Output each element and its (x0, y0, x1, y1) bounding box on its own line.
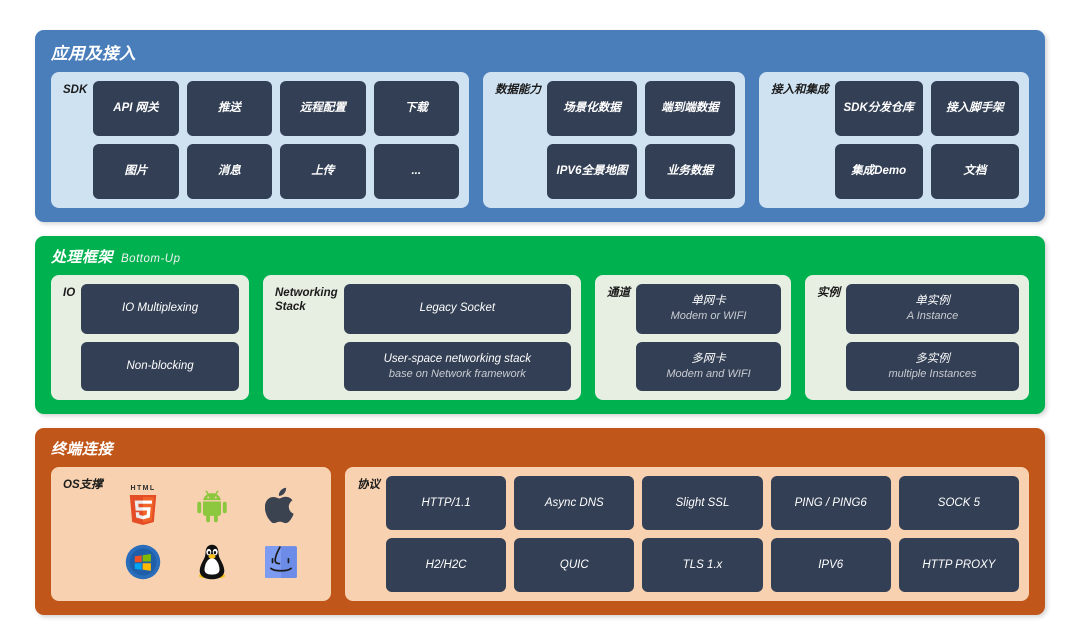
chip-async-dns[interactable]: Async DNS (514, 476, 635, 530)
chip-io-multiplexing[interactable]: IO Multiplexing (81, 284, 239, 334)
chip-api-gateway[interactable]: API 网关 (93, 81, 179, 136)
panel-label-networking-stack: Networking Stack (275, 287, 338, 314)
chip-business-data[interactable]: 业务数据 (645, 144, 735, 199)
chip-ipv6[interactable]: IPV6 (770, 538, 891, 592)
panel-label-data-capability: 数据能力 (495, 84, 541, 96)
chip-quic[interactable]: QUIC (514, 538, 635, 592)
windows-icon (125, 544, 161, 580)
chip-single-instance[interactable]: 单实例 A Instance (846, 284, 1019, 334)
panel-data-capability: 数据能力 场景化数据 端到端数据 IPV6全景地图 业务数据 (483, 72, 745, 208)
windows-logo-glyph (125, 544, 161, 580)
chip-subtext: A Instance (906, 310, 959, 323)
panel-networking-stack: Networking Stack Legacy Socket User-spac… (263, 275, 581, 400)
chip-subtext: base on Network framework (388, 367, 526, 380)
os-icon-grid: HTML (109, 476, 321, 592)
panel-channel: 通道 单网卡 Modem or WIFI 多网卡 Modem and WIFI (595, 275, 791, 400)
chip-ipv6-map[interactable]: IPV6全景地图 (547, 144, 637, 199)
chip-download[interactable]: 下载 (373, 81, 459, 136)
chip-upload[interactable]: 上传 (280, 144, 366, 199)
panel-grid-data-capability: 场景化数据 端到端数据 IPV6全景地图 业务数据 (547, 81, 735, 199)
layer-header: 处理框架 Bottom-Up (35, 236, 1045, 275)
android-icon (194, 488, 230, 524)
chip-more[interactable]: ... (373, 144, 459, 199)
panel-access-integration: 接入和集成 SDK分发仓库 接入脚手架 集成Demo 文档 (759, 72, 1029, 208)
chip-ping-ping6[interactable]: PING / PING6 (770, 476, 891, 530)
chip-end-to-end-data[interactable]: 端到端数据 (645, 81, 735, 136)
panel-grid-instance: 单实例 A Instance 多实例 multiple Instances (846, 284, 1019, 391)
html5-shield (129, 495, 157, 525)
panel-label-protocols: 协议 (357, 479, 380, 491)
architecture-diagram: 应用及接入 SDK API 网关 推送 远程配置 下载 图片 消息 上传 ...… (0, 0, 1080, 640)
chip-subtext: Modem or WIFI (670, 310, 747, 323)
html5-wordmark: HTML (130, 485, 156, 492)
chip-message[interactable]: 消息 (186, 144, 273, 199)
panel-os-support: OS支撑 HTML (51, 467, 331, 601)
chip-access-scaffold[interactable]: 接入脚手架 (930, 81, 1019, 136)
chip-sock5[interactable]: SOCK 5 (898, 476, 1019, 530)
panel-grid-channel: 单网卡 Modem or WIFI 多网卡 Modem and WIFI (636, 284, 781, 391)
chip-sdk-repository[interactable]: SDK分发仓库 (834, 81, 923, 136)
layer-terminal-connection: 终端连接 OS支撑 HTML 协议 HTTP/1.1 Async DNS Sli… (35, 428, 1045, 615)
panel-sdk: SDK API 网关 推送 远程配置 下载 图片 消息 上传 ... (51, 72, 469, 208)
panel-label-access-integration: 接入和集成 (771, 84, 829, 96)
chip-h2-h2c[interactable]: H2/H2C (386, 538, 507, 592)
panel-label-instance: 实例 (817, 287, 840, 299)
apple-logo-glyph (264, 487, 294, 524)
panel-label-io: IO (63, 287, 76, 299)
layer-header: 应用及接入 (35, 30, 1045, 72)
chip-integration-demo[interactable]: 集成Demo (834, 144, 923, 199)
layer-processing-framework: 处理框架 Bottom-Up IO IO Multiplexing Non-blo… (35, 236, 1045, 414)
panel-grid-networking-stack: Legacy Socket User-space networking stac… (343, 284, 571, 391)
panel-label-os-support: OS支撑 (63, 479, 103, 491)
panel-grid-protocols: HTTP/1.1 Async DNS Slight SSL PING / PIN… (386, 476, 1019, 592)
apple-icon (264, 487, 297, 525)
chip-http11[interactable]: HTTP/1.1 (386, 476, 507, 530)
panel-instance: 实例 单实例 A Instance 多实例 multiple Instances (805, 275, 1029, 400)
panel-grid-access-integration: SDK分发仓库 接入脚手架 集成Demo 文档 (834, 81, 1019, 199)
chip-http-proxy[interactable]: HTTP PROXY (898, 538, 1019, 592)
chip-userspace-stack[interactable]: User-space networking stack base on Netw… (343, 341, 571, 391)
panel-grid-sdk: API 网关 推送 远程配置 下载 图片 消息 上传 ... (93, 81, 459, 199)
layer-body: IO IO Multiplexing Non-blocking Networki… (35, 275, 1045, 414)
layer-subtitle: Bottom-Up (121, 253, 181, 265)
finder-face-glyph (264, 546, 297, 578)
chip-tls1x[interactable]: TLS 1.x (642, 538, 763, 592)
html5-icon: HTML (128, 485, 158, 527)
panel-protocols: 协议 HTTP/1.1 Async DNS Slight SSL PING / … (345, 467, 1029, 601)
layer-body: OS支撑 HTML 协议 HTTP/1.1 Async DNS Slight S… (35, 467, 1045, 615)
layer-application-access: 应用及接入 SDK API 网关 推送 远程配置 下载 图片 消息 上传 ...… (35, 30, 1045, 222)
panel-io: IO IO Multiplexing Non-blocking (51, 275, 249, 400)
linux-tux-icon (197, 543, 227, 581)
chip-push[interactable]: 推送 (186, 81, 273, 136)
layer-title: 应用及接入 (51, 45, 136, 63)
chip-subtext: multiple Instances (888, 367, 977, 380)
android-robot-glyph (197, 490, 227, 523)
panel-label-sdk: SDK (63, 84, 88, 96)
layer-title: 终端连接 (51, 441, 114, 458)
chip-documentation[interactable]: 文档 (930, 144, 1019, 199)
layer-body: SDK API 网关 推送 远程配置 下载 图片 消息 上传 ... 数据能力 … (35, 72, 1045, 222)
chip-multi-nic[interactable]: 多网卡 Modem and WIFI (636, 341, 781, 391)
tux-penguin-glyph (198, 544, 225, 580)
panel-label-channel: 通道 (607, 287, 630, 299)
chip-subtext: Modem and WIFI (666, 367, 751, 380)
chip-single-nic[interactable]: 单网卡 Modem or WIFI (636, 284, 781, 334)
chip-image[interactable]: 图片 (93, 144, 179, 199)
chip-non-blocking[interactable]: Non-blocking (81, 341, 239, 391)
chip-legacy-socket[interactable]: Legacy Socket (343, 284, 571, 334)
panel-grid-io: IO Multiplexing Non-blocking (81, 284, 239, 391)
macos-finder-icon (264, 545, 298, 579)
chip-multi-instance[interactable]: 多实例 multiple Instances (846, 341, 1019, 391)
layer-header: 终端连接 (35, 428, 1045, 467)
chip-scenario-data[interactable]: 场景化数据 (547, 81, 637, 136)
layer-title: 处理框架 Bottom-Up (51, 249, 181, 266)
chip-slight-ssl[interactable]: Slight SSL (642, 476, 763, 530)
chip-remote-config[interactable]: 远程配置 (280, 81, 366, 136)
